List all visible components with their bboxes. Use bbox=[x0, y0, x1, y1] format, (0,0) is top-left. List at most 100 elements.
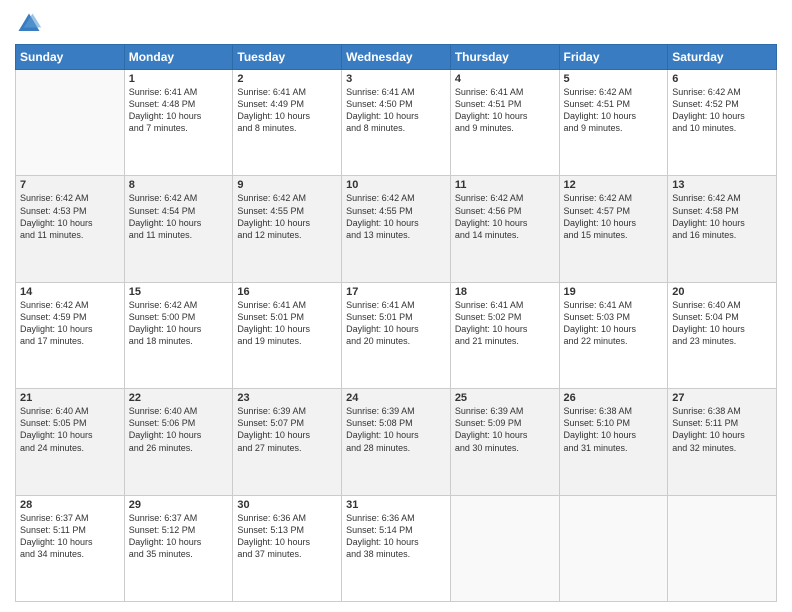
day-number: 13 bbox=[672, 179, 772, 191]
calendar-week-row: 28Sunrise: 6:37 AM Sunset: 5:11 PM Dayli… bbox=[16, 495, 777, 601]
calendar-header-row: SundayMondayTuesdayWednesdayThursdayFrid… bbox=[16, 45, 777, 70]
day-number: 15 bbox=[129, 286, 229, 298]
day-info: Sunrise: 6:36 AM Sunset: 5:14 PM Dayligh… bbox=[346, 512, 446, 561]
calendar-header-wednesday: Wednesday bbox=[342, 45, 451, 70]
calendar-day-cell: 18Sunrise: 6:41 AM Sunset: 5:02 PM Dayli… bbox=[450, 282, 559, 388]
day-number: 5 bbox=[564, 73, 664, 85]
day-number: 9 bbox=[237, 179, 337, 191]
calendar-day-cell: 2Sunrise: 6:41 AM Sunset: 4:49 PM Daylig… bbox=[233, 70, 342, 176]
day-info: Sunrise: 6:42 AM Sunset: 4:58 PM Dayligh… bbox=[672, 192, 772, 241]
calendar-header-friday: Friday bbox=[559, 45, 668, 70]
calendar-day-cell: 5Sunrise: 6:42 AM Sunset: 4:51 PM Daylig… bbox=[559, 70, 668, 176]
day-number: 12 bbox=[564, 179, 664, 191]
day-info: Sunrise: 6:40 AM Sunset: 5:06 PM Dayligh… bbox=[129, 405, 229, 454]
day-info: Sunrise: 6:42 AM Sunset: 4:56 PM Dayligh… bbox=[455, 192, 555, 241]
calendar-day-cell: 27Sunrise: 6:38 AM Sunset: 5:11 PM Dayli… bbox=[668, 389, 777, 495]
day-number: 26 bbox=[564, 392, 664, 404]
calendar-day-cell: 8Sunrise: 6:42 AM Sunset: 4:54 PM Daylig… bbox=[124, 176, 233, 282]
day-info: Sunrise: 6:41 AM Sunset: 4:49 PM Dayligh… bbox=[237, 86, 337, 135]
day-number: 4 bbox=[455, 73, 555, 85]
day-info: Sunrise: 6:42 AM Sunset: 4:55 PM Dayligh… bbox=[346, 192, 446, 241]
calendar-day-cell: 24Sunrise: 6:39 AM Sunset: 5:08 PM Dayli… bbox=[342, 389, 451, 495]
calendar-table: SundayMondayTuesdayWednesdayThursdayFrid… bbox=[15, 44, 777, 602]
day-number: 19 bbox=[564, 286, 664, 298]
day-number: 14 bbox=[20, 286, 120, 298]
day-info: Sunrise: 6:37 AM Sunset: 5:12 PM Dayligh… bbox=[129, 512, 229, 561]
calendar-day-cell: 29Sunrise: 6:37 AM Sunset: 5:12 PM Dayli… bbox=[124, 495, 233, 601]
calendar-week-row: 21Sunrise: 6:40 AM Sunset: 5:05 PM Dayli… bbox=[16, 389, 777, 495]
day-number: 17 bbox=[346, 286, 446, 298]
day-info: Sunrise: 6:38 AM Sunset: 5:11 PM Dayligh… bbox=[672, 405, 772, 454]
calendar-day-cell: 9Sunrise: 6:42 AM Sunset: 4:55 PM Daylig… bbox=[233, 176, 342, 282]
day-info: Sunrise: 6:41 AM Sunset: 5:02 PM Dayligh… bbox=[455, 299, 555, 348]
day-info: Sunrise: 6:41 AM Sunset: 5:03 PM Dayligh… bbox=[564, 299, 664, 348]
calendar-day-cell: 15Sunrise: 6:42 AM Sunset: 5:00 PM Dayli… bbox=[124, 282, 233, 388]
day-info: Sunrise: 6:42 AM Sunset: 4:51 PM Dayligh… bbox=[564, 86, 664, 135]
day-info: Sunrise: 6:39 AM Sunset: 5:07 PM Dayligh… bbox=[237, 405, 337, 454]
calendar-day-cell: 14Sunrise: 6:42 AM Sunset: 4:59 PM Dayli… bbox=[16, 282, 125, 388]
calendar-day-cell: 25Sunrise: 6:39 AM Sunset: 5:09 PM Dayli… bbox=[450, 389, 559, 495]
day-number: 7 bbox=[20, 179, 120, 191]
day-number: 2 bbox=[237, 73, 337, 85]
calendar-day-cell: 10Sunrise: 6:42 AM Sunset: 4:55 PM Dayli… bbox=[342, 176, 451, 282]
day-info: Sunrise: 6:41 AM Sunset: 4:48 PM Dayligh… bbox=[129, 86, 229, 135]
header bbox=[15, 10, 777, 38]
day-info: Sunrise: 6:39 AM Sunset: 5:08 PM Dayligh… bbox=[346, 405, 446, 454]
calendar-day-cell: 17Sunrise: 6:41 AM Sunset: 5:01 PM Dayli… bbox=[342, 282, 451, 388]
calendar-week-row: 7Sunrise: 6:42 AM Sunset: 4:53 PM Daylig… bbox=[16, 176, 777, 282]
day-number: 27 bbox=[672, 392, 772, 404]
day-number: 1 bbox=[129, 73, 229, 85]
day-number: 30 bbox=[237, 499, 337, 511]
calendar-week-row: 1Sunrise: 6:41 AM Sunset: 4:48 PM Daylig… bbox=[16, 70, 777, 176]
page: SundayMondayTuesdayWednesdayThursdayFrid… bbox=[0, 0, 792, 612]
day-number: 23 bbox=[237, 392, 337, 404]
calendar-day-cell: 3Sunrise: 6:41 AM Sunset: 4:50 PM Daylig… bbox=[342, 70, 451, 176]
day-info: Sunrise: 6:42 AM Sunset: 4:53 PM Dayligh… bbox=[20, 192, 120, 241]
day-info: Sunrise: 6:37 AM Sunset: 5:11 PM Dayligh… bbox=[20, 512, 120, 561]
calendar-day-cell: 7Sunrise: 6:42 AM Sunset: 4:53 PM Daylig… bbox=[16, 176, 125, 282]
day-number: 28 bbox=[20, 499, 120, 511]
day-info: Sunrise: 6:42 AM Sunset: 4:57 PM Dayligh… bbox=[564, 192, 664, 241]
calendar-day-cell: 4Sunrise: 6:41 AM Sunset: 4:51 PM Daylig… bbox=[450, 70, 559, 176]
day-number: 8 bbox=[129, 179, 229, 191]
calendar-day-cell: 23Sunrise: 6:39 AM Sunset: 5:07 PM Dayli… bbox=[233, 389, 342, 495]
calendar-day-cell bbox=[668, 495, 777, 601]
day-number: 31 bbox=[346, 499, 446, 511]
day-info: Sunrise: 6:38 AM Sunset: 5:10 PM Dayligh… bbox=[564, 405, 664, 454]
logo-icon bbox=[15, 10, 43, 38]
day-info: Sunrise: 6:42 AM Sunset: 4:54 PM Dayligh… bbox=[129, 192, 229, 241]
day-info: Sunrise: 6:39 AM Sunset: 5:09 PM Dayligh… bbox=[455, 405, 555, 454]
day-number: 24 bbox=[346, 392, 446, 404]
calendar-day-cell bbox=[559, 495, 668, 601]
calendar-day-cell: 12Sunrise: 6:42 AM Sunset: 4:57 PM Dayli… bbox=[559, 176, 668, 282]
day-info: Sunrise: 6:41 AM Sunset: 5:01 PM Dayligh… bbox=[346, 299, 446, 348]
day-number: 16 bbox=[237, 286, 337, 298]
calendar-day-cell: 13Sunrise: 6:42 AM Sunset: 4:58 PM Dayli… bbox=[668, 176, 777, 282]
calendar-header-saturday: Saturday bbox=[668, 45, 777, 70]
calendar-day-cell: 31Sunrise: 6:36 AM Sunset: 5:14 PM Dayli… bbox=[342, 495, 451, 601]
calendar-header-tuesday: Tuesday bbox=[233, 45, 342, 70]
day-number: 20 bbox=[672, 286, 772, 298]
calendar-day-cell: 19Sunrise: 6:41 AM Sunset: 5:03 PM Dayli… bbox=[559, 282, 668, 388]
calendar-day-cell: 21Sunrise: 6:40 AM Sunset: 5:05 PM Dayli… bbox=[16, 389, 125, 495]
day-number: 21 bbox=[20, 392, 120, 404]
calendar-day-cell: 30Sunrise: 6:36 AM Sunset: 5:13 PM Dayli… bbox=[233, 495, 342, 601]
day-info: Sunrise: 6:40 AM Sunset: 5:05 PM Dayligh… bbox=[20, 405, 120, 454]
calendar-header-monday: Monday bbox=[124, 45, 233, 70]
calendar-day-cell bbox=[16, 70, 125, 176]
day-number: 10 bbox=[346, 179, 446, 191]
day-number: 6 bbox=[672, 73, 772, 85]
day-number: 22 bbox=[129, 392, 229, 404]
day-info: Sunrise: 6:41 AM Sunset: 4:51 PM Dayligh… bbox=[455, 86, 555, 135]
calendar-week-row: 14Sunrise: 6:42 AM Sunset: 4:59 PM Dayli… bbox=[16, 282, 777, 388]
day-number: 18 bbox=[455, 286, 555, 298]
day-info: Sunrise: 6:36 AM Sunset: 5:13 PM Dayligh… bbox=[237, 512, 337, 561]
calendar-day-cell: 16Sunrise: 6:41 AM Sunset: 5:01 PM Dayli… bbox=[233, 282, 342, 388]
calendar-header-sunday: Sunday bbox=[16, 45, 125, 70]
day-info: Sunrise: 6:41 AM Sunset: 5:01 PM Dayligh… bbox=[237, 299, 337, 348]
day-number: 29 bbox=[129, 499, 229, 511]
day-info: Sunrise: 6:40 AM Sunset: 5:04 PM Dayligh… bbox=[672, 299, 772, 348]
calendar-day-cell: 20Sunrise: 6:40 AM Sunset: 5:04 PM Dayli… bbox=[668, 282, 777, 388]
day-number: 25 bbox=[455, 392, 555, 404]
logo bbox=[15, 10, 45, 38]
